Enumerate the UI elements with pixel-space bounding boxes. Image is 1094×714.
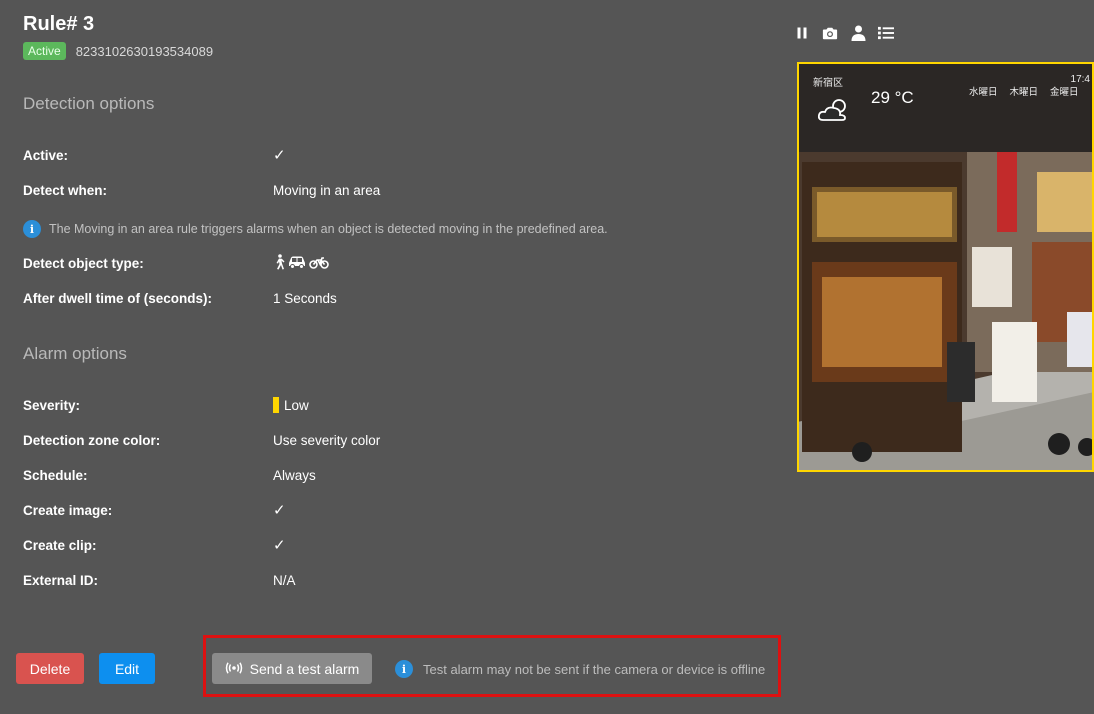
- active-row: Active: ✓: [23, 145, 743, 165]
- person-icon[interactable]: [850, 25, 866, 41]
- car-icon: [287, 255, 307, 272]
- info-icon: i: [395, 660, 413, 678]
- dwell-value: 1 Seconds: [273, 290, 337, 306]
- person-icon: [273, 253, 285, 273]
- list-icon[interactable]: [878, 25, 894, 41]
- detection-options-heading: Detection options: [23, 94, 155, 113]
- broadcast-icon: [225, 661, 243, 677]
- detect-when-label: Detect when:: [23, 182, 108, 198]
- send-test-alarm-button[interactable]: Send a test alarm: [212, 653, 372, 684]
- create-clip-row: Create clip: ✓: [23, 535, 743, 555]
- test-alarm-note-text: Test alarm may not be sent if the camera…: [423, 661, 766, 677]
- test-alarm-note: i Test alarm may not be sent if the came…: [395, 660, 765, 678]
- object-type-label: Detect object type:: [23, 255, 144, 271]
- forecast-days: 水曜日 木曜日 金曜日: [969, 84, 1079, 98]
- detection-info-text: The Moving in an area rule triggers alar…: [49, 222, 608, 236]
- external-id-label: External ID:: [23, 572, 99, 588]
- detect-when-value: Moving in an area: [273, 182, 381, 198]
- motorcycle-icon: [309, 255, 329, 272]
- object-type-row: Detect object type:: [23, 253, 743, 273]
- forecast-day: 金曜日: [1050, 87, 1079, 98]
- create-image-row: Create image: ✓: [23, 500, 743, 520]
- dwell-label: After dwell time of (seconds):: [23, 290, 213, 306]
- camera-icon[interactable]: [822, 25, 838, 41]
- create-image-label: Create image:: [23, 502, 113, 518]
- zone-color-label: Detection zone color:: [23, 432, 161, 448]
- weather-icon: [817, 96, 853, 129]
- delete-button[interactable]: Delete: [16, 653, 84, 684]
- send-test-alarm-label: Send a test alarm: [249, 660, 360, 677]
- forecast-day: 木曜日: [1009, 87, 1039, 98]
- severity-row: Severity: Low: [23, 395, 743, 415]
- rule-id: 8233102630193534089: [75, 43, 214, 59]
- pause-icon[interactable]: [794, 25, 810, 41]
- check-icon: ✓: [273, 502, 286, 519]
- status-badge: Active: [23, 42, 66, 60]
- rule-status-line: Active 8233102630193534089: [23, 42, 213, 60]
- create-clip-label: Create clip:: [23, 537, 97, 553]
- active-label: Active:: [23, 147, 69, 163]
- severity-swatch: [273, 397, 279, 413]
- schedule-value: Always: [273, 467, 316, 483]
- schedule-row: Schedule: Always: [23, 465, 743, 485]
- schedule-label: Schedule:: [23, 467, 88, 483]
- severity-label: Severity:: [23, 397, 81, 413]
- alarm-options-heading: Alarm options: [23, 344, 127, 363]
- camera-temperature: 29 °C: [871, 88, 914, 107]
- page-title: Rule# 3: [23, 13, 95, 35]
- edit-button[interactable]: Edit: [99, 653, 155, 684]
- dwell-row: After dwell time of (seconds): 1 Seconds: [23, 288, 743, 308]
- camera-toolbar: [794, 25, 894, 41]
- check-icon: ✓: [273, 537, 286, 554]
- camera-area-name: 新宿区: [813, 78, 843, 89]
- external-id-value: N/A: [273, 572, 296, 588]
- check-icon: ✓: [273, 147, 286, 164]
- zone-color-value: Use severity color: [273, 432, 381, 448]
- camera-preview[interactable]: 新宿区 17:4 29 °C 水曜日 木曜日 金曜日: [797, 62, 1094, 472]
- zone-color-row: Detection zone color: Use severity color: [23, 430, 743, 450]
- detection-info-note: i The Moving in an area rule triggers al…: [23, 220, 608, 238]
- detect-when-row: Detect when: Moving in an area: [23, 180, 743, 200]
- forecast-day: 水曜日: [969, 87, 998, 98]
- external-id-row: External ID: N/A: [23, 570, 743, 590]
- info-icon: i: [23, 220, 41, 238]
- severity-value: Low: [284, 397, 309, 413]
